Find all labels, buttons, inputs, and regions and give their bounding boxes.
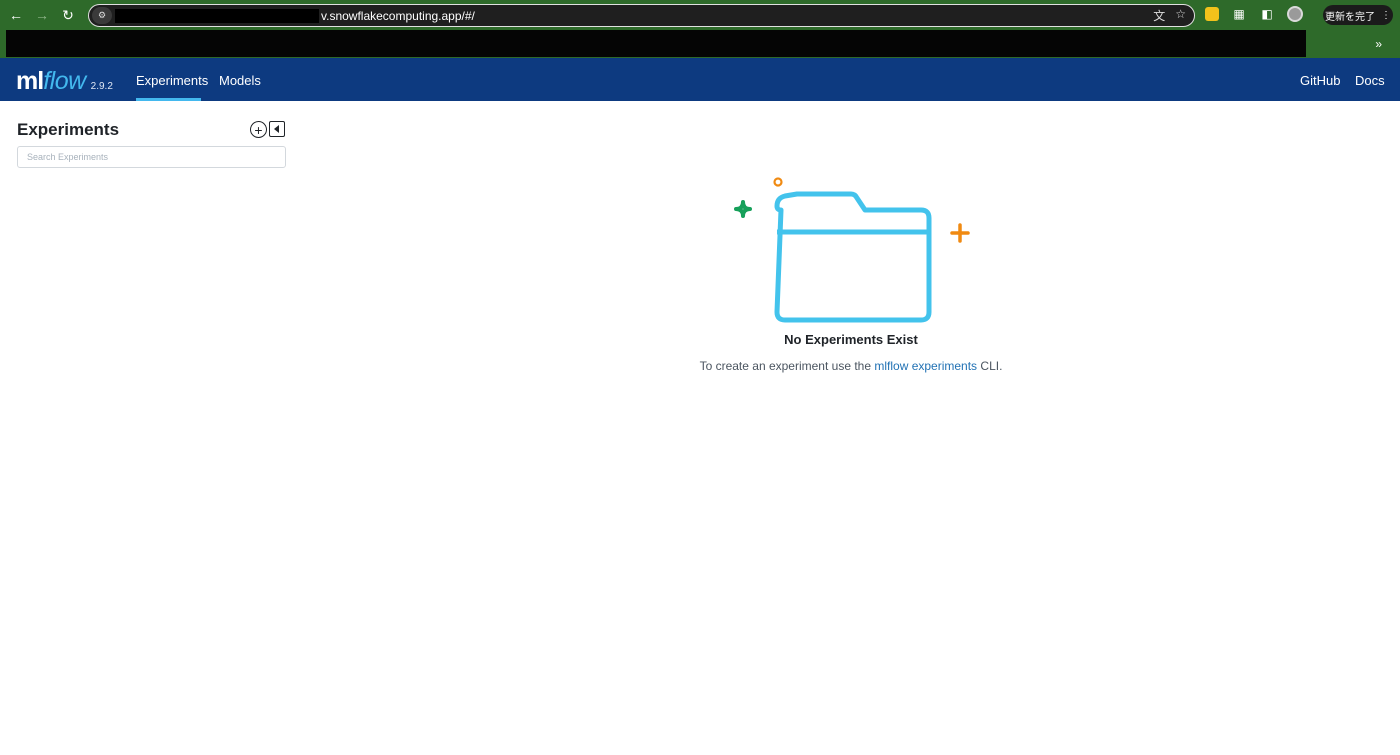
- sparkle-orange-plus: [950, 223, 970, 243]
- translate-icon[interactable]: 文: [1153, 7, 1165, 24]
- empty-state-description: To create an experiment use the mlflow e…: [601, 359, 1101, 373]
- mlflow-logo[interactable]: ml flow 2.9.2: [16, 67, 113, 96]
- extension-toolbar: ▦ ◧: [1205, 6, 1303, 22]
- extensions-puzzle-icon[interactable]: ▦: [1231, 7, 1247, 21]
- empty-state-title: No Experiments Exist: [784, 332, 918, 347]
- logo-ml-text: ml: [16, 67, 44, 95]
- search-experiments-input[interactable]: [17, 146, 286, 168]
- nav-models[interactable]: Models: [219, 73, 261, 88]
- update-button[interactable]: 更新を完了 ⋮: [1323, 5, 1393, 25]
- site-info-icon[interactable]: ⚙: [92, 7, 112, 24]
- add-circle-icon[interactable]: +: [250, 121, 267, 138]
- update-button-label: 更新を完了: [1325, 11, 1375, 23]
- empty-desc-prefix: To create an experiment use the: [699, 359, 875, 373]
- empty-desc-suffix: CLI.: [977, 359, 1003, 373]
- address-bar[interactable]: ⚙ v.snowflakecomputing.app/#/ 文 ☆: [88, 4, 1195, 27]
- nav-experiments[interactable]: Experiments: [136, 73, 208, 88]
- reload-icon[interactable]: ↻: [55, 0, 81, 30]
- sidebar-title: Experiments: [17, 120, 120, 139]
- mlflow-experiments-cli-link[interactable]: mlflow experiments: [874, 359, 977, 373]
- side-panel-icon[interactable]: ◧: [1259, 7, 1275, 21]
- sidebar-actions: +: [250, 121, 285, 138]
- folder-outline: [774, 191, 932, 323]
- nav-github[interactable]: GitHub: [1300, 73, 1340, 88]
- collapse-sidebar-icon[interactable]: [269, 121, 285, 137]
- star-icon[interactable]: ☆: [1175, 7, 1186, 24]
- sparkle-orange-ring: [773, 177, 783, 187]
- logo-flow-text: flow: [43, 67, 86, 95]
- bookmarks-bar: »: [0, 30, 1400, 58]
- forward-arrow-icon[interactable]: →: [29, 0, 55, 30]
- extension-icon[interactable]: [1205, 7, 1219, 21]
- active-nav-indicator: [136, 98, 201, 101]
- app-header: ml flow 2.9.2 Experiments Models GitHub …: [0, 58, 1400, 101]
- back-arrow-icon[interactable]: ←: [3, 0, 29, 30]
- empty-folder-icon: [734, 177, 970, 323]
- menu-kebab-icon[interactable]: ⋮: [1381, 10, 1391, 21]
- version-label: 2.9.2: [90, 81, 113, 92]
- profile-avatar[interactable]: [1287, 6, 1303, 22]
- sparkle-green-icon: [734, 200, 752, 218]
- url-redaction: [115, 8, 319, 23]
- bookmarks-redaction: [6, 30, 1306, 57]
- bookmarks-overflow-icon[interactable]: »: [1375, 37, 1382, 51]
- url-text: v.snowflakecomputing.app/#/: [321, 8, 475, 23]
- nav-docs[interactable]: Docs: [1355, 73, 1385, 88]
